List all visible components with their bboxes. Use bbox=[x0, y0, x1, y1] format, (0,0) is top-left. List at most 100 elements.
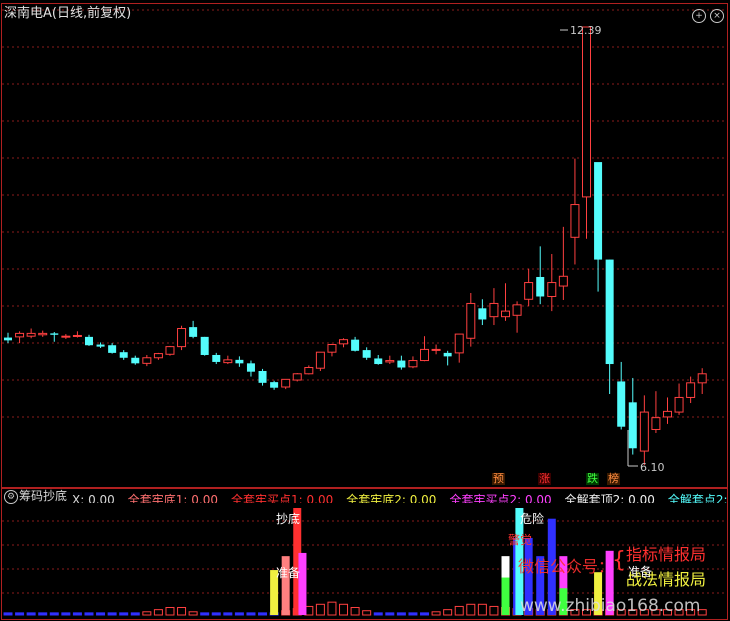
candle-down bbox=[131, 357, 140, 364]
candle-down bbox=[246, 363, 255, 372]
candle-down bbox=[4, 337, 12, 341]
indicator-low-bar bbox=[420, 612, 430, 616]
candle-down bbox=[351, 339, 360, 351]
annotation-weixian: 危险 bbox=[520, 512, 545, 526]
candle-up bbox=[339, 339, 349, 345]
candle-up bbox=[15, 332, 25, 338]
candle-down bbox=[235, 359, 244, 364]
annotation-jingjue: 警觉 bbox=[508, 533, 533, 547]
candle-down bbox=[605, 259, 614, 365]
indicator-low-bar bbox=[477, 603, 487, 616]
indicator-low-bar bbox=[315, 603, 325, 616]
indicator-low-bar bbox=[350, 607, 360, 616]
legend-item: 全解套点2: 0.00 bbox=[667, 493, 728, 503]
annotation-chaodi: 抄底 bbox=[276, 512, 301, 526]
indicator-low-bar bbox=[49, 612, 59, 616]
legend-item: 全套牢买点1: 0.00 bbox=[231, 493, 334, 503]
indicator-low-bar bbox=[177, 607, 187, 616]
watermark-name-2: 战法情报局 bbox=[626, 570, 707, 589]
indicator-settings-icon[interactable]: ⚙ bbox=[4, 490, 18, 504]
chart-title: 深南电A(日线,前复权) bbox=[4, 6, 132, 21]
indicator-low-bar bbox=[153, 609, 163, 616]
candle-down bbox=[443, 352, 452, 357]
indicator-low-bar bbox=[15, 612, 25, 616]
candle-down bbox=[119, 352, 128, 358]
candle-up bbox=[466, 302, 476, 339]
candle-up bbox=[558, 275, 568, 287]
indicator-low-bar bbox=[362, 610, 372, 616]
legend-item: 全套牢底1: 0.00 bbox=[127, 493, 219, 503]
indicator-name[interactable]: 筹码抄底 bbox=[19, 489, 67, 503]
indicator-low-bar bbox=[258, 612, 268, 616]
candle-down bbox=[50, 333, 59, 335]
candle-up bbox=[385, 360, 395, 363]
candle-up bbox=[223, 359, 233, 364]
candle-up bbox=[431, 348, 441, 351]
indicator-low-bar bbox=[119, 612, 129, 616]
candle-up bbox=[408, 360, 418, 368]
signal-tag-die: 跌 bbox=[586, 472, 599, 485]
candle-up bbox=[420, 348, 430, 362]
signal-tag-bang: 榜 bbox=[607, 472, 620, 485]
candle-up bbox=[165, 346, 175, 355]
candle-up bbox=[547, 282, 557, 297]
candle-down bbox=[258, 370, 267, 383]
close-icon[interactable]: × bbox=[710, 9, 724, 23]
indicator-low-bar bbox=[327, 601, 337, 616]
candle-up bbox=[177, 328, 187, 348]
indicator-low-bar bbox=[165, 607, 175, 616]
stock-chart-window: 深南电A(日线,前复权) + × 12.39 6.10 预 涨 跌 榜 ⚙ 筹码… bbox=[0, 0, 730, 621]
candle-up bbox=[582, 26, 591, 198]
indicator-low-bar bbox=[38, 612, 48, 616]
legend-item: 全套牢买点2: 0.00 bbox=[449, 493, 552, 503]
watermark-brace: { bbox=[612, 548, 626, 573]
indicator-low-bar bbox=[72, 612, 82, 616]
indicator-low-bar bbox=[396, 612, 406, 616]
indicator-low-bar bbox=[431, 611, 441, 616]
candle-up bbox=[697, 373, 707, 384]
indicator-low-bar bbox=[84, 612, 94, 616]
candle-up bbox=[454, 333, 464, 354]
candle-up bbox=[142, 357, 152, 364]
signal-tag-yu: 预 bbox=[492, 472, 505, 485]
candle-down bbox=[628, 402, 637, 449]
candle-down bbox=[617, 381, 626, 427]
candle-down bbox=[212, 354, 221, 362]
indicator-low-bar bbox=[246, 612, 256, 616]
high-price-label: 12.39 bbox=[570, 24, 602, 37]
indicator-low-bar bbox=[489, 605, 499, 616]
candle-up bbox=[674, 396, 684, 413]
candle-up bbox=[489, 302, 499, 318]
candle-down bbox=[478, 308, 487, 320]
indicator-legend: X: 0.00 全套牢底1: 0.00 全套牢买点1: 0.00 全套牢底2: 0.0… bbox=[72, 489, 728, 503]
candle-up bbox=[38, 332, 48, 336]
candle-down bbox=[270, 382, 279, 388]
candle-up bbox=[651, 417, 661, 430]
candle-up bbox=[61, 335, 71, 338]
indicator-signal-bar bbox=[298, 552, 307, 615]
candle-down bbox=[536, 276, 545, 297]
candle-up bbox=[72, 334, 82, 337]
indicator-low-bar bbox=[130, 612, 140, 616]
candle-up bbox=[512, 304, 522, 316]
candle-down bbox=[189, 327, 198, 337]
zoom-in-icon[interactable]: + bbox=[692, 9, 706, 23]
legend-item: X: 0.00 bbox=[72, 493, 115, 503]
candlestick-chart[interactable] bbox=[0, 0, 730, 490]
candle-down bbox=[362, 350, 371, 358]
candle-up bbox=[639, 411, 649, 452]
indicator-low-bar bbox=[223, 612, 233, 616]
candle-down bbox=[594, 162, 603, 260]
candle-down bbox=[200, 336, 209, 355]
indicator-low-bar bbox=[385, 612, 395, 616]
indicator-low-bar bbox=[200, 612, 210, 616]
candle-up bbox=[281, 378, 291, 388]
indicator-low-bar bbox=[188, 611, 198, 616]
watermark-wechat: 微信公众号： bbox=[518, 557, 615, 576]
candle-up bbox=[570, 204, 580, 238]
indicator-low-bar bbox=[408, 612, 418, 616]
indicator-low-bar bbox=[3, 612, 13, 616]
indicator-low-bar bbox=[107, 612, 117, 616]
indicator-low-bar bbox=[142, 611, 152, 616]
annotation-zhunbei-1: 准备 bbox=[276, 566, 301, 580]
